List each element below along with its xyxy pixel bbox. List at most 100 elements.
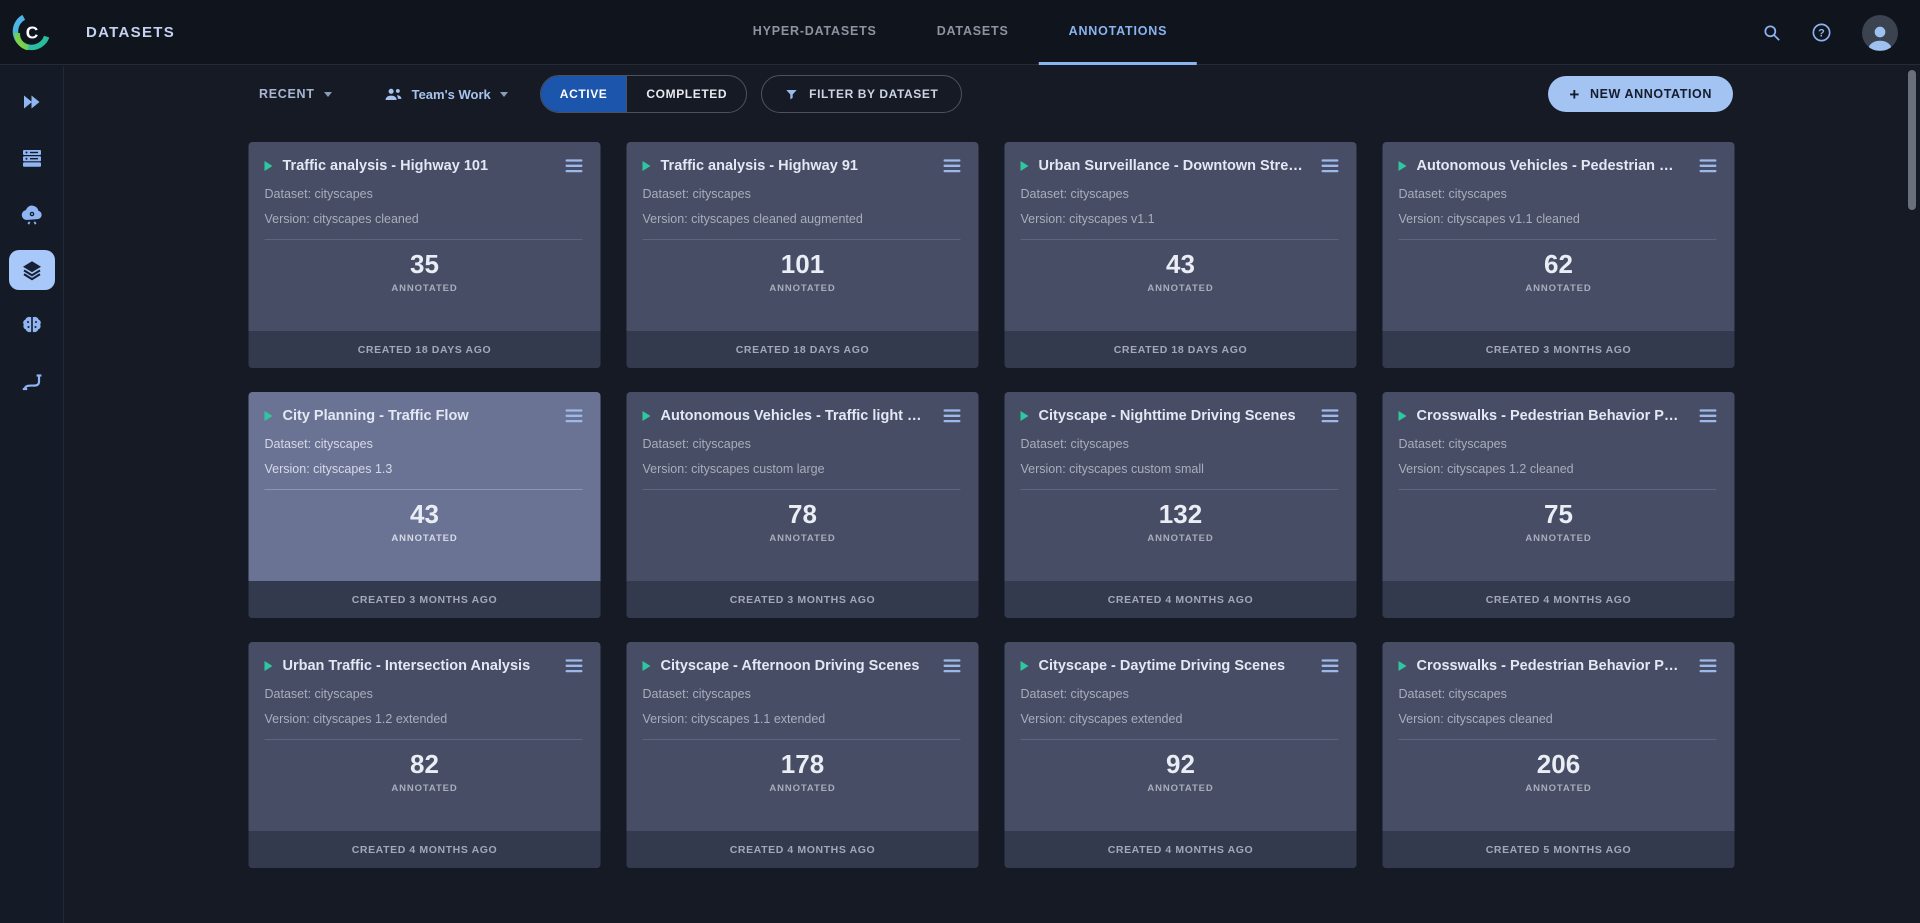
card-dataset: Dataset: cityscapes [1383,437,1735,451]
play-icon [265,161,273,171]
card-dataset: Dataset: cityscapes [1005,437,1357,451]
user-avatar[interactable] [1862,15,1898,51]
card-menu-icon[interactable] [566,409,583,423]
card-menu-icon[interactable] [1322,409,1339,423]
card-dataset: Dataset: cityscapes [249,187,601,201]
annotation-card[interactable]: Traffic analysis - Highway 101 Dataset: … [249,142,601,368]
annotation-card[interactable]: Crosswalks - Pedestrian Behavior P… Data… [1383,642,1735,868]
card-dataset: Dataset: cityscapes [1383,687,1735,701]
filter-by-dataset-button[interactable]: FILTER BY DATASET [761,75,962,113]
card-divider [1021,489,1339,490]
card-menu-icon[interactable] [1322,159,1339,173]
card-title: Autonomous Vehicles - Pedestrian … [1417,158,1686,174]
annotation-card[interactable]: Traffic analysis - Highway 91 Dataset: c… [627,142,979,368]
annotation-card[interactable]: Cityscape - Afternoon Driving Scenes Dat… [627,642,979,868]
sort-dropdown[interactable]: RECENT [259,87,332,101]
svg-text:C: C [26,22,39,42]
new-annotation-button[interactable]: + NEW ANNOTATION [1548,76,1733,112]
card-divider [265,489,583,490]
card-dataset: Dataset: cityscapes [1005,687,1357,701]
card-version: Version: cityscapes extended [1005,712,1357,726]
sidebar-item-pipelines[interactable] [9,362,55,402]
annotation-card[interactable]: Autonomous Vehicles - Traffic light … Da… [627,392,979,618]
card-count: 101 [627,250,979,279]
card-menu-icon[interactable] [1700,659,1717,673]
scrollbar-thumb[interactable] [1908,70,1916,210]
sidebar-item-datasets[interactable] [9,250,55,290]
card-version: Version: cityscapes v1.1 [1005,212,1357,226]
annotation-card[interactable]: Crosswalks - Pedestrian Behavior P… Data… [1383,392,1735,618]
card-count-label: ANNOTATED [249,283,601,294]
play-icon [643,161,651,171]
card-version: Version: cityscapes cleaned [249,212,601,226]
scope-label: Team's Work [412,87,491,102]
card-created: CREATED 3 MONTHS AGO [627,581,979,618]
annotation-card[interactable]: Urban Traffic - Intersection Analysis Da… [249,642,601,868]
card-version: Version: cityscapes 1.2 cleaned [1383,462,1735,476]
play-icon [643,411,651,421]
card-created: CREATED 4 MONTHS AGO [1383,581,1735,618]
team-icon [384,86,403,103]
card-created: CREATED 4 MONTHS AGO [627,831,979,868]
tab-datasets[interactable]: DATASETS [907,0,1039,65]
card-divider [1021,739,1339,740]
toggle-completed[interactable]: COMPLETED [626,76,746,112]
card-menu-icon[interactable] [944,409,961,423]
card-count-label: ANNOTATED [627,533,979,544]
main-content: RECENT Team's Work ACTIVE COMPLETED FILT… [64,66,1920,923]
sort-label: RECENT [259,87,315,101]
annotation-card[interactable]: Urban Surveillance - Downtown Stre… Data… [1005,142,1357,368]
card-divider [643,239,961,240]
scope-dropdown[interactable]: Team's Work [384,86,508,103]
tab-annotations[interactable]: ANNOTATIONS [1039,0,1198,65]
toggle-active[interactable]: ACTIVE [541,76,627,112]
card-menu-icon[interactable] [566,659,583,673]
annotation-card[interactable]: Autonomous Vehicles - Pedestrian … Datas… [1383,142,1735,368]
card-menu-icon[interactable] [1322,659,1339,673]
card-count-label: ANNOTATED [1383,283,1735,294]
card-title: Crosswalks - Pedestrian Behavior P… [1417,658,1686,674]
app-header: C DATASETS HYPER-DATASETSDATASETSANNOTAT… [0,0,1920,65]
app-logo[interactable]: C [0,0,64,64]
sidebar-item-fast-forward[interactable] [9,82,55,122]
card-menu-icon[interactable] [944,159,961,173]
card-count: 78 [627,500,979,529]
layers-icon [20,258,44,282]
funnel-icon [785,88,798,101]
card-created: CREATED 4 MONTHS AGO [1005,581,1357,618]
card-created: CREATED 3 MONTHS AGO [249,581,601,618]
sidebar-item-workers[interactable] [9,138,55,178]
card-count: 35 [249,250,601,279]
card-count: 75 [1383,500,1735,529]
help-icon[interactable]: ? [1811,22,1832,43]
card-divider [643,489,961,490]
card-menu-icon[interactable] [566,159,583,173]
annotation-card[interactable]: City Planning - Traffic Flow Dataset: ci… [249,392,601,618]
chevron-down-icon [324,92,332,97]
card-menu-icon[interactable] [944,659,961,673]
card-version: Version: cityscapes 1.1 extended [627,712,979,726]
card-menu-icon[interactable] [1700,409,1717,423]
cloud-gear-icon [19,201,45,227]
card-count: 206 [1383,750,1735,779]
sidebar-item-cloud-compute[interactable] [9,194,55,234]
tab-hyper-datasets[interactable]: HYPER-DATASETS [723,0,907,65]
cards-grid: Traffic analysis - Highway 101 Dataset: … [249,142,1736,868]
card-menu-icon[interactable] [1700,159,1717,173]
card-divider [1399,489,1717,490]
card-version: Version: cityscapes cleaned [1383,712,1735,726]
annotation-card[interactable]: Cityscape - Daytime Driving Scenes Datas… [1005,642,1357,868]
sidebar-item-models[interactable] [9,306,55,346]
card-divider [643,739,961,740]
card-title: Crosswalks - Pedestrian Behavior P… [1417,408,1686,424]
annotation-card[interactable]: Cityscape - Nighttime Driving Scenes Dat… [1005,392,1357,618]
card-count: 92 [1005,750,1357,779]
brain-icon [20,314,44,338]
card-count-label: ANNOTATED [627,783,979,794]
header-tabs: HYPER-DATASETSDATASETSANNOTATIONS [723,0,1197,65]
card-title: Cityscape - Nighttime Driving Scenes [1039,408,1308,424]
card-dataset: Dataset: cityscapes [1005,187,1357,201]
search-icon[interactable] [1762,23,1781,42]
card-count-label: ANNOTATED [249,533,601,544]
card-count-label: ANNOTATED [1005,283,1357,294]
